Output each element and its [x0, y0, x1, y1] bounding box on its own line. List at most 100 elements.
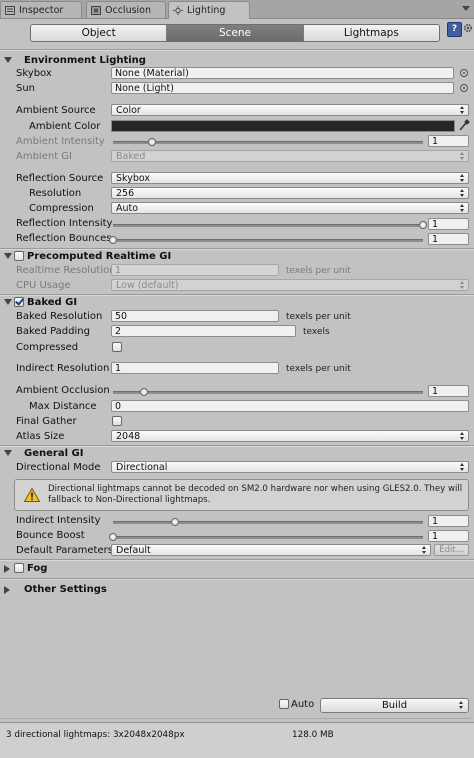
precomputed-realtime-gi-checkbox[interactable]: [14, 251, 24, 261]
sun-field[interactable]: None (Light): [111, 82, 454, 94]
compression-dropdown[interactable]: Auto: [111, 202, 469, 214]
cpu-usage-dropdown[interactable]: Low (default): [111, 279, 469, 291]
section-title: Baked GI: [27, 297, 78, 308]
resolution-label: Resolution: [29, 188, 82, 199]
tab-lighting[interactable]: Lighting: [168, 1, 250, 19]
indirect-intensity-value[interactable]: 1: [428, 515, 469, 527]
help-icon[interactable]: ?: [447, 22, 462, 37]
collapse-triangle-icon: [4, 586, 10, 594]
tab-label: Occlusion: [105, 5, 152, 16]
texels-per-unit-label: texels per unit: [286, 266, 351, 276]
fog-header[interactable]: Fog: [0, 562, 474, 576]
ambient-source-dropdown[interactable]: Color: [111, 104, 469, 116]
realtime-resolution-field[interactable]: 1: [111, 264, 279, 276]
reflection-bounces-slider[interactable]: [109, 236, 423, 244]
dropdown-value: Baked: [116, 151, 146, 162]
dropdown-arrow-icon: [460, 204, 465, 213]
tab-label: Inspector: [19, 5, 64, 16]
realtime-resolution-label: Realtime Resolution: [16, 265, 116, 276]
object-picker-icon[interactable]: [460, 69, 468, 77]
ambient-occlusion-slider[interactable]: [113, 388, 423, 396]
scene-button[interactable]: Scene: [167, 25, 304, 41]
indirect-intensity-label: Indirect Intensity: [16, 515, 101, 526]
ambient-color-field[interactable]: [111, 120, 455, 132]
compressed-checkbox[interactable]: [112, 342, 122, 352]
auto-checkbox[interactable]: [279, 699, 289, 709]
slider-thumb[interactable]: [419, 221, 427, 229]
environment-lighting-header[interactable]: Environment Lighting: [0, 54, 474, 68]
dropdown-arrow-icon: [460, 106, 465, 115]
warning-text: Directional lightmaps cannot be decoded …: [48, 484, 463, 505]
edit-parameters-button[interactable]: Edit...: [434, 544, 469, 556]
default-parameters-dropdown[interactable]: Default: [111, 544, 431, 556]
indirect-resolution-field[interactable]: 1: [111, 362, 279, 374]
lightmap-status-bar: 3 directional lightmaps: 3x2048x2048px 1…: [0, 722, 474, 758]
texels-per-unit-label: texels per unit: [286, 312, 351, 322]
baked-padding-field[interactable]: 2: [111, 325, 296, 337]
ambient-occlusion-value[interactable]: 1: [428, 385, 469, 397]
tab-occlusion[interactable]: Occlusion: [86, 1, 166, 18]
gear-icon[interactable]: [463, 23, 473, 33]
indirect-intensity-slider[interactable]: [113, 518, 423, 526]
skybox-field[interactable]: None (Material): [111, 67, 454, 79]
tab-inspector[interactable]: Inspector: [0, 1, 82, 18]
section-title: Precomputed Realtime GI: [27, 251, 172, 262]
divider: [0, 49, 474, 51]
directional-mode-dropdown[interactable]: Directional: [111, 461, 469, 473]
dropdown-value: Auto: [116, 203, 139, 214]
ambient-color-label: Ambient Color: [29, 121, 101, 132]
fog-checkbox[interactable]: [14, 563, 24, 573]
object-picker-icon[interactable]: [460, 84, 468, 92]
build-button[interactable]: Build: [320, 698, 469, 713]
expand-triangle-icon: [4, 299, 12, 305]
auto-label: Auto: [291, 699, 315, 710]
slider-thumb[interactable]: [109, 236, 117, 244]
baked-resolution-label: Baked Resolution: [16, 311, 103, 322]
resolution-dropdown[interactable]: 256: [111, 187, 469, 199]
slider-thumb[interactable]: [109, 533, 117, 541]
ambient-intensity-slider[interactable]: [113, 138, 423, 146]
max-distance-field[interactable]: 0: [111, 400, 469, 412]
dropdown-value: Default: [116, 545, 151, 556]
occlusion-icon: [91, 6, 101, 15]
baked-padding-label: Baked Padding: [16, 326, 90, 337]
compression-label: Compression: [29, 203, 94, 214]
baked-gi-checkbox[interactable]: [14, 297, 24, 307]
ambient-occlusion-label: Ambient Occlusion: [16, 385, 110, 396]
sun-label: Sun: [16, 83, 36, 94]
expand-triangle-icon: [4, 253, 12, 259]
cpu-usage-label: CPU Usage: [16, 280, 71, 291]
atlas-size-dropdown[interactable]: 2048: [111, 430, 469, 442]
eyedropper-icon[interactable]: [458, 119, 470, 132]
window-menu-icon[interactable]: [462, 4, 470, 12]
reflection-bounces-value[interactable]: 1: [428, 233, 469, 245]
ambient-gi-dropdown[interactable]: Baked: [111, 150, 469, 162]
slider-thumb[interactable]: [147, 138, 156, 146]
bounce-boost-slider[interactable]: [109, 533, 423, 541]
slider-thumb[interactable]: [140, 388, 148, 396]
dropdown-value: Color: [116, 105, 141, 116]
skybox-label: Skybox: [16, 68, 52, 79]
default-parameters-label: Default Parameters: [16, 545, 113, 556]
baked-resolution-field[interactable]: 50: [111, 310, 279, 322]
ambient-intensity-value[interactable]: 1: [428, 135, 469, 147]
baked-gi-header[interactable]: Baked GI: [0, 296, 474, 310]
general-gi-header[interactable]: General GI: [0, 447, 474, 461]
reflection-intensity-slider[interactable]: [113, 221, 427, 229]
precomputed-realtime-gi-header[interactable]: Precomputed Realtime GI: [0, 250, 474, 264]
reflection-intensity-value[interactable]: 1: [428, 218, 469, 230]
final-gather-checkbox[interactable]: [112, 416, 122, 426]
expand-triangle-icon: [4, 450, 12, 456]
other-settings-header[interactable]: Other Settings: [0, 583, 474, 597]
dropdown-value: Directional: [116, 462, 168, 473]
dropdown-arrow-icon: [460, 152, 465, 161]
dropdown-arrow-icon: [460, 174, 465, 183]
object-button[interactable]: Object: [31, 25, 168, 41]
bounce-boost-value[interactable]: 1: [428, 530, 469, 542]
build-button-label: Build: [381, 700, 408, 711]
reflection-source-dropdown[interactable]: Skybox: [111, 172, 469, 184]
slider-thumb[interactable]: [171, 518, 179, 526]
reflection-source-label: Reflection Source: [16, 173, 104, 184]
lightmaps-button[interactable]: Lightmaps: [303, 25, 439, 41]
max-distance-label: Max Distance: [29, 401, 97, 412]
